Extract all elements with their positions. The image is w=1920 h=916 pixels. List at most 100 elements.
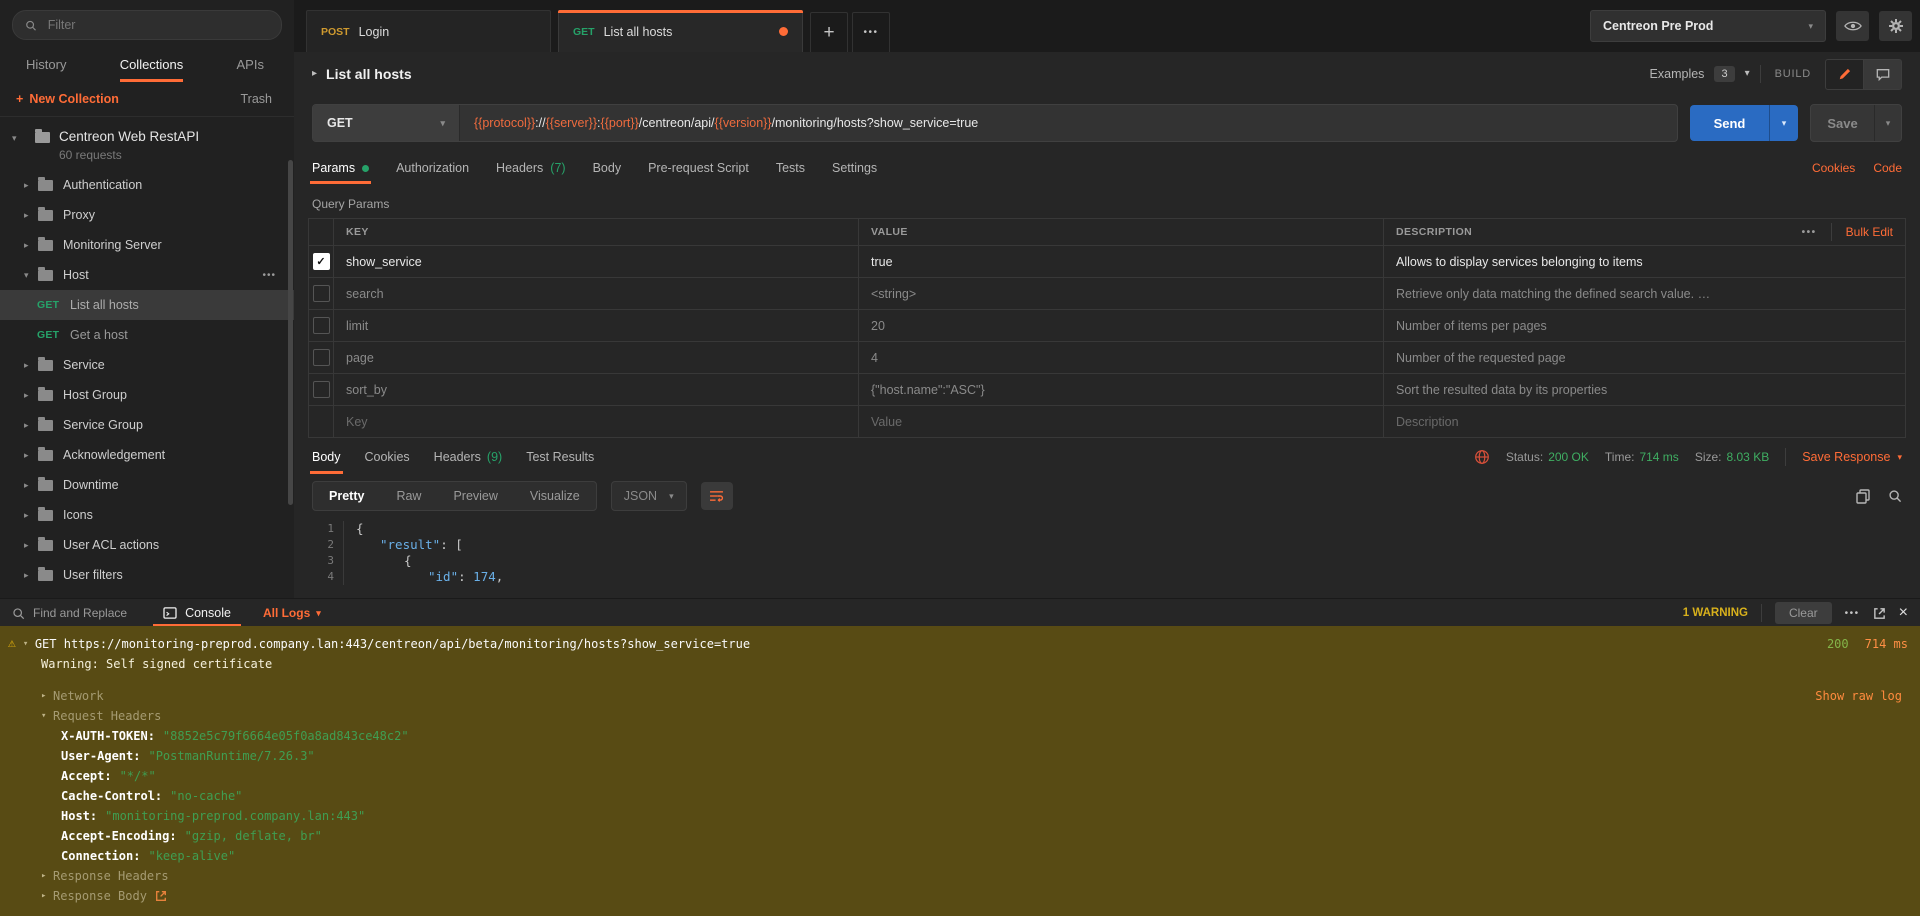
save-options-button[interactable]: ▾ [1874,105,1901,141]
save-button[interactable]: Save ▾ [1810,104,1902,142]
clear-console-button[interactable]: Clear [1775,602,1832,624]
checkbox-unchecked[interactable] [313,381,330,398]
tab-response-headers[interactable]: Headers(9) [434,438,503,476]
wrap-lines-button[interactable] [701,482,733,510]
chevron-right-icon[interactable]: ▸ [41,686,53,706]
tab-response-body[interactable]: Body [312,438,341,476]
param-description[interactable]: Number of items per pages [1384,310,1905,341]
param-key[interactable]: show_service [334,246,859,277]
checkbox-checked[interactable]: ✓ [313,253,330,270]
view-preview[interactable]: Preview [437,482,513,510]
method-selector[interactable]: GET ▾ [313,105,460,141]
show-raw-log-link[interactable]: Show raw log [1815,686,1910,706]
view-raw[interactable]: Raw [380,482,437,510]
more-actions-icon[interactable]: ••• [262,270,276,281]
param-description[interactable]: Sort the resulted data by its properties [1384,374,1905,405]
console-request-headers-section[interactable]: ▾ Request Headers [8,706,1910,726]
chevron-right-icon[interactable]: ▸ [41,866,53,886]
external-link-icon[interactable] [155,890,167,902]
chevron-right-icon[interactable]: ▸ [41,886,53,906]
view-visualize[interactable]: Visualize [514,482,596,510]
sidebar-item-acknowledgement[interactable]: ▸Acknowledgement [0,440,294,470]
save-response-button[interactable]: Save Response▾ [1802,450,1902,464]
param-value[interactable]: true [859,246,1384,277]
edit-request-button[interactable] [1825,59,1864,90]
tab-apis[interactable]: APIs [237,57,264,82]
tab-response-cookies[interactable]: Cookies [365,438,410,476]
sidebar-item-proxy[interactable]: ▸Proxy [0,200,294,230]
console-response-headers-section[interactable]: ▸ Response Headers [8,866,1910,886]
tab-tests[interactable]: Tests [776,150,805,186]
format-selector[interactable]: JSON ▾ [611,481,687,511]
sidebar-item-service[interactable]: ▸Service [0,350,294,380]
bulk-edit-link[interactable]: Bulk Edit [1846,225,1893,239]
console-tab[interactable]: Console [153,599,241,627]
param-value[interactable]: {"host.name":"ASC"} [859,374,1384,405]
param-value[interactable]: 20 [859,310,1384,341]
param-description[interactable]: Allows to display services belonging to … [1384,246,1905,277]
chevron-down-icon[interactable]: ▾ [12,134,26,162]
sidebar-item-get-a-host[interactable]: GETGet a host [0,320,294,350]
tab-headers[interactable]: Headers(7) [496,150,566,186]
find-and-replace-button[interactable]: Find and Replace [12,606,127,620]
tab-options-button[interactable]: ••• [852,12,890,52]
new-tab-button[interactable]: + [810,12,848,52]
cookies-link[interactable]: Cookies [1812,161,1855,175]
tab-settings[interactable]: Settings [832,150,877,186]
tab-history[interactable]: History [26,57,66,82]
sidebar-item-monitoring-server[interactable]: ▸Monitoring Server [0,230,294,260]
log-filter-selector[interactable]: All Logs ▾ [263,606,321,620]
copy-icon[interactable] [1856,489,1870,504]
tab-test-results[interactable]: Test Results [526,438,594,476]
param-description[interactable]: Number of the requested page [1384,342,1905,373]
trash-button[interactable]: Trash [241,92,273,106]
console-request-line[interactable]: ⚠ ▾ GET https://monitoring-preprod.compa… [8,634,1910,654]
sidebar-item-service-group[interactable]: ▸Service Group [0,410,294,440]
param-key[interactable]: page [334,342,859,373]
sidebar-search[interactable] [12,10,282,40]
tab-collections[interactable]: Collections [120,57,184,82]
tab-params[interactable]: Params [312,150,369,186]
close-console-icon[interactable]: × [1899,605,1908,621]
environment-selector[interactable]: Centreon Pre Prod ▾ [1590,10,1826,42]
param-value[interactable]: <string> [859,278,1384,309]
param-key-placeholder[interactable]: Key [334,406,859,437]
param-key[interactable]: limit [334,310,859,341]
table-options-icon[interactable]: ••• [1802,227,1817,238]
environment-quick-look-button[interactable] [1836,11,1869,41]
tab-pre-request-script[interactable]: Pre-request Script [648,150,749,186]
comments-button[interactable] [1864,59,1902,90]
view-pretty[interactable]: Pretty [313,482,380,510]
sidebar-item-host[interactable]: ▾Host••• [0,260,294,290]
param-description[interactable]: Retrieve only data matching the defined … [1384,278,1905,309]
sidebar-item-downtime[interactable]: ▸Downtime [0,470,294,500]
param-value-placeholder[interactable]: Value [859,406,1384,437]
console-options-icon[interactable]: ••• [1845,608,1860,619]
url-input[interactable]: {{protocol}}://{{server}}:{{port}}/centr… [460,105,1677,141]
examples-label[interactable]: Examples [1650,67,1705,81]
open-in-new-window-icon[interactable] [1873,607,1886,620]
new-collection-button[interactable]: +New Collection [16,92,119,106]
collection-root[interactable]: ▾ Centreon Web RestAPI 60 requests [0,117,294,170]
sidebar-item-user-filters[interactable]: ▸User filters [0,560,294,590]
sidebar-item-user-acl-actions[interactable]: ▸User ACL actions [0,530,294,560]
checkbox-unchecked[interactable] [313,317,330,334]
request-tab-login[interactable]: POSTLogin [306,10,551,52]
tab-authorization[interactable]: Authorization [396,150,469,186]
chevron-right-icon[interactable]: ▸ [312,69,317,79]
param-description-placeholder[interactable]: Description [1384,406,1905,437]
filter-input[interactable] [46,17,269,33]
param-key[interactable]: sort_by [334,374,859,405]
sidebar-item-icons[interactable]: ▸Icons [0,500,294,530]
sidebar-scrollbar[interactable] [288,160,293,505]
network-warning-globe-icon[interactable] [1474,449,1490,465]
search-response-icon[interactable] [1888,489,1902,503]
settings-button[interactable] [1879,11,1912,41]
console-network-section[interactable]: ▸ Network Show raw log [8,686,1910,706]
request-tab-list-all-hosts[interactable]: GETList all hosts [558,10,803,52]
tab-body[interactable]: Body [593,150,622,186]
checkbox-unchecked[interactable] [313,285,330,302]
chevron-down-icon[interactable]: ▾ [41,706,53,726]
chevron-down-icon[interactable]: ▾ [23,634,35,654]
console-response-body-section[interactable]: ▸ Response Body [8,886,1910,906]
